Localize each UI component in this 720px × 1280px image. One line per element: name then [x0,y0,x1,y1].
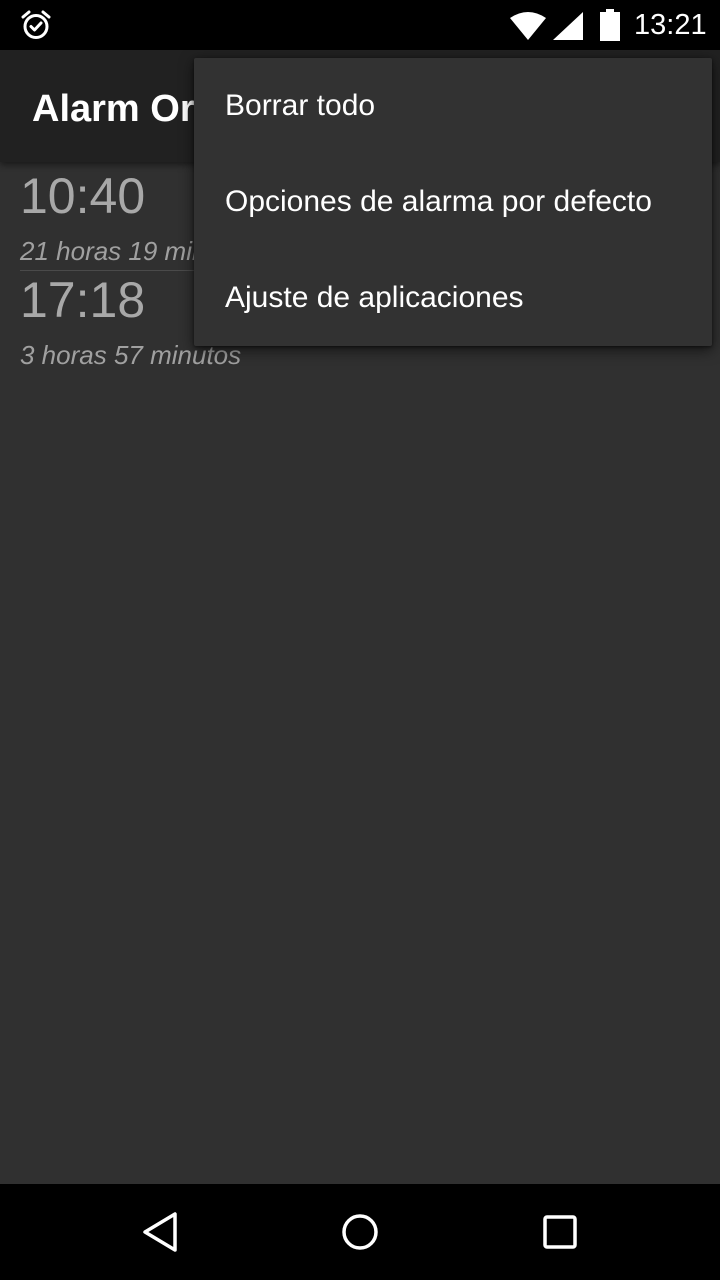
battery-icon [600,9,620,41]
alarm-time: 10:40 [20,168,146,224]
recents-icon[interactable] [542,1214,578,1250]
menu-item-default-alarm-options[interactable]: Opciones de alarma por defecto [194,154,712,250]
wifi-icon [510,12,546,40]
alarm-time: 17:18 [20,272,146,328]
status-bar: 13:21 [0,0,720,50]
menu-item-app-settings[interactable]: Ajuste de aplicaciones [194,250,712,346]
status-time: 13:21 [634,9,707,41]
alarm-clock-icon [21,10,51,39]
back-icon[interactable] [140,1210,180,1254]
menu-item-delete-all[interactable]: Borrar todo [194,58,712,154]
overflow-menu: Borrar todo Opciones de alarma por defec… [194,58,712,346]
home-icon[interactable] [340,1212,380,1252]
signal-icon [553,12,583,40]
